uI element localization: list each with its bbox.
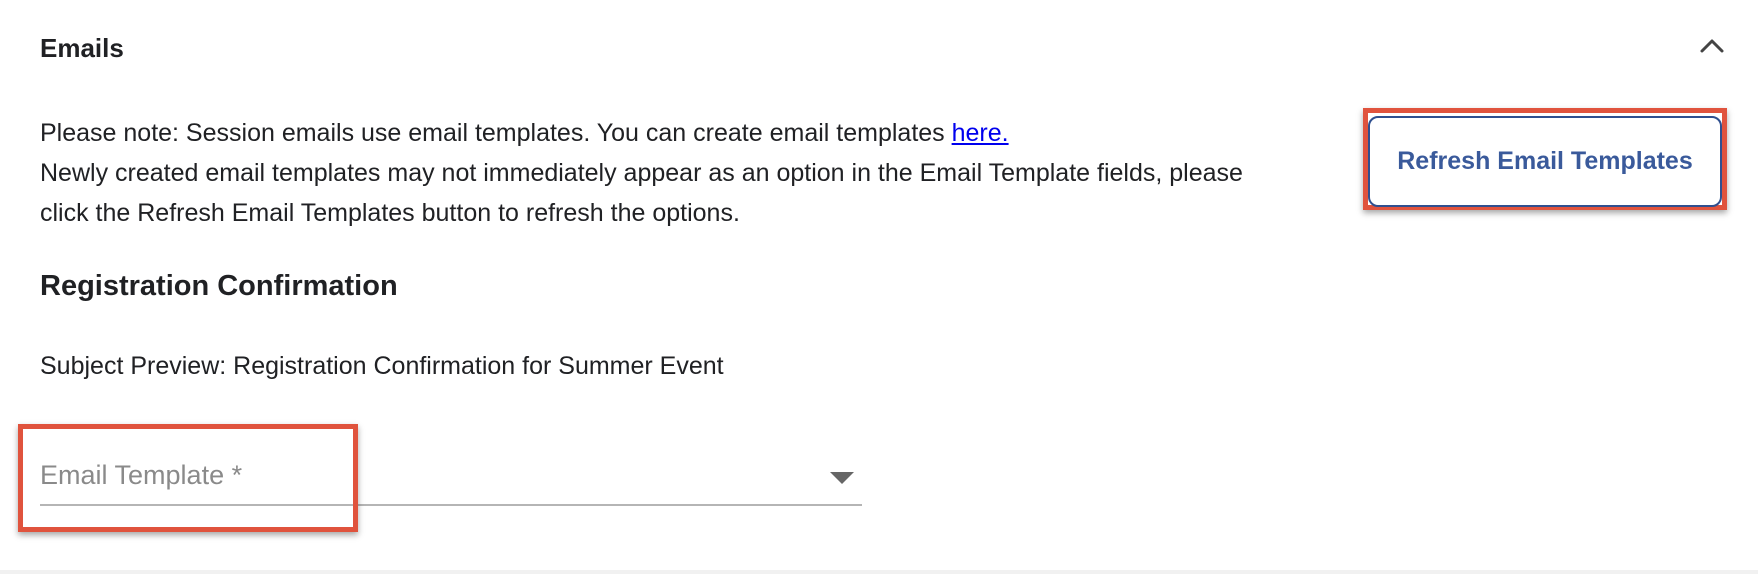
email-templates-note: Please note: Session emails use email te…: [40, 113, 1360, 233]
subject-preview: Subject Preview: Registration Confirmati…: [40, 352, 724, 380]
section-title: Emails: [40, 33, 124, 63]
refresh-email-templates-button[interactable]: Refresh Email Templates: [1368, 116, 1722, 207]
registration-confirmation-title: Registration Confirmation: [40, 270, 398, 302]
create-templates-link[interactable]: here.: [952, 119, 1009, 147]
emails-panel: Emails Please note: Session emails use e…: [0, 0, 1758, 574]
bottom-divider: [0, 570, 1758, 574]
caret-down-icon: [830, 472, 854, 484]
email-template-highlight: [18, 424, 358, 532]
note-line-1-text: Please note: Session emails use email te…: [40, 119, 952, 147]
note-line-2: Newly created email templates may not im…: [40, 159, 1243, 187]
chevron-up-icon: [1700, 39, 1724, 53]
note-line-1: Please note: Session emails use email te…: [40, 113, 1360, 153]
note-line-3: click the Refresh Email Templates button…: [40, 199, 740, 227]
collapse-toggle-button[interactable]: [1690, 28, 1734, 64]
